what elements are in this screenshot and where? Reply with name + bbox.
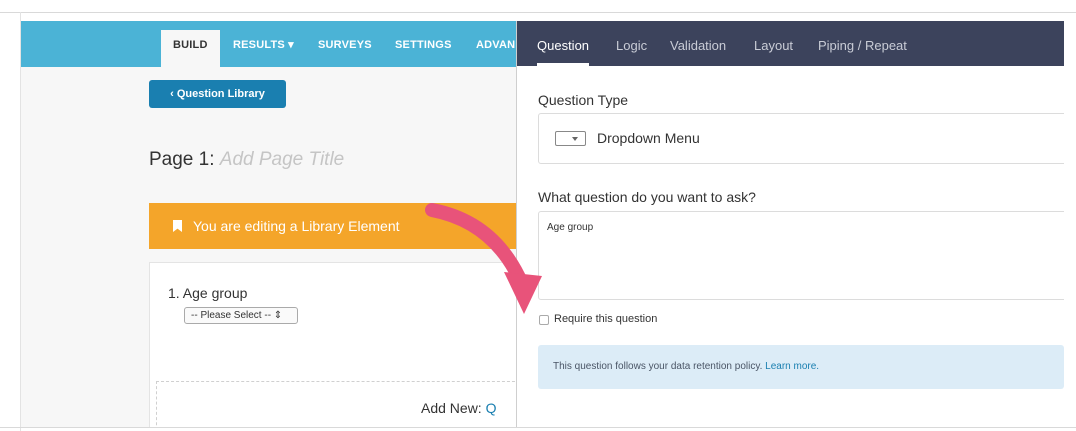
- tab-piping-repeat[interactable]: Piping / Repeat: [818, 21, 907, 66]
- nav-tab-build[interactable]: BUILD: [161, 30, 220, 67]
- panel-right-gutter: [1064, 21, 1076, 427]
- tab-logic[interactable]: Logic: [616, 21, 647, 66]
- question-library-button[interactable]: ‹ Question Library: [149, 80, 286, 108]
- page-title-prefix: Page 1:: [149, 149, 215, 170]
- question-dropdown-preview[interactable]: -- Please Select -- ⇕: [184, 307, 298, 324]
- library-banner-text: You are editing a Library Element: [193, 218, 400, 234]
- tab-layout[interactable]: Layout: [754, 21, 793, 66]
- page-title: Page 1: Add Page Title: [149, 149, 344, 171]
- tab-validation[interactable]: Validation: [670, 21, 726, 66]
- pointer-arrow-icon: [425, 203, 542, 314]
- require-question-label[interactable]: Require this question: [554, 313, 657, 325]
- learn-more-link[interactable]: Learn more.: [765, 361, 819, 372]
- tab-question[interactable]: Question: [537, 21, 590, 66]
- add-new: Add New: Q: [421, 400, 496, 416]
- dropdown-menu-icon: [555, 131, 586, 146]
- question-library-label: Question Library: [176, 88, 265, 100]
- chevron-left-icon: ‹: [170, 88, 174, 100]
- question-label: 1. Age group: [168, 285, 248, 301]
- question-settings-panel: Question Logic Validation Layout Piping …: [516, 21, 1068, 427]
- question-type-value: Dropdown Menu: [597, 130, 700, 146]
- top-nav-bar: BUILD RESULTS ▾ SURVEYS SETTINGS ADVAN: [21, 21, 516, 67]
- question-type-select[interactable]: Dropdown Menu: [538, 113, 1068, 164]
- nav-tab-settings[interactable]: SETTINGS: [395, 30, 452, 67]
- info-text: This question follows your data retentio…: [553, 361, 763, 372]
- question-text-label: What question do you want to ask?: [538, 189, 756, 205]
- nav-tab-surveys[interactable]: SURVEYS: [318, 30, 372, 67]
- panel-tab-bar: Question Logic Validation Layout Piping …: [517, 21, 1064, 66]
- question-type-label: Question Type: [538, 92, 629, 108]
- add-new-label: Add New:: [421, 400, 482, 416]
- bookmark-icon: [173, 220, 182, 232]
- add-new-question-link[interactable]: Q: [486, 400, 497, 416]
- frame-top-line: [0, 12, 1076, 13]
- frame-bottom-line: [0, 427, 1076, 428]
- data-retention-info: This question follows your data retentio…: [538, 345, 1064, 389]
- page-title-placeholder[interactable]: Add Page Title: [220, 149, 344, 170]
- arrow-head: [504, 272, 542, 314]
- question-text-input[interactable]: Age group: [538, 211, 1068, 300]
- nav-tab-advanced[interactable]: ADVAN: [476, 30, 515, 67]
- nav-tab-results[interactable]: RESULTS ▾: [233, 30, 294, 67]
